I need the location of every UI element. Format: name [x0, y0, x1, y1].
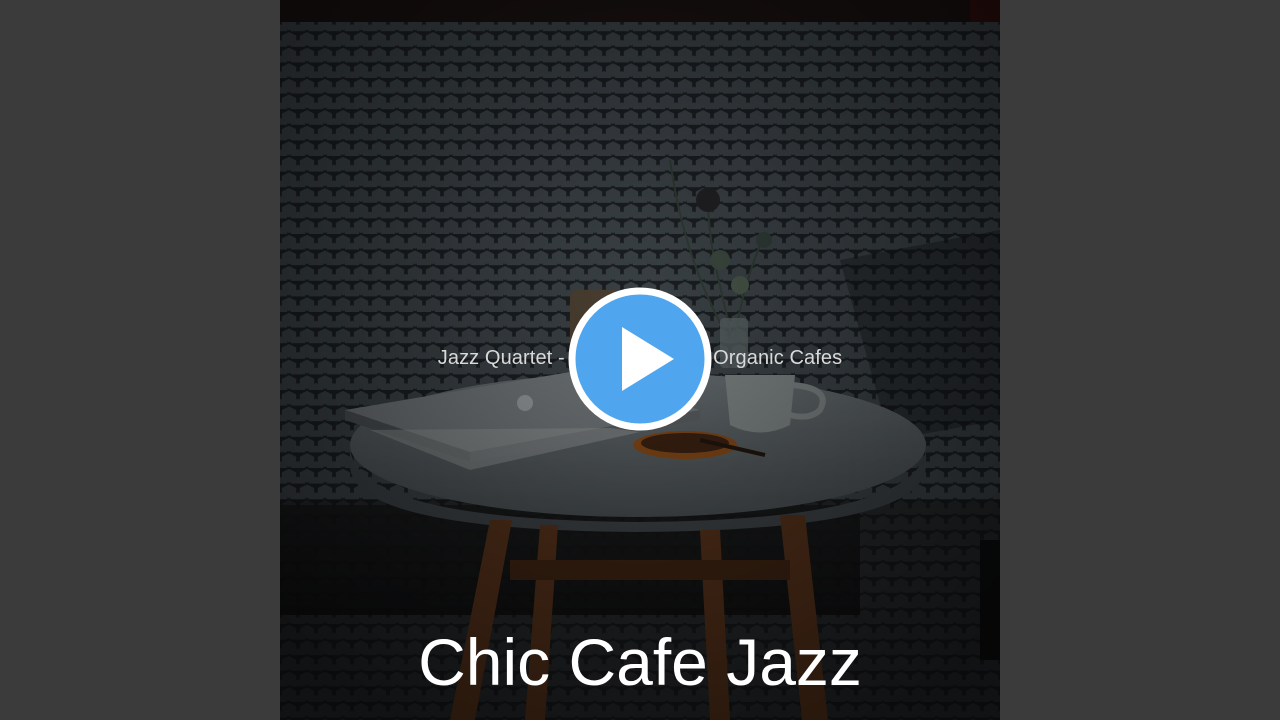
play-icon — [568, 287, 712, 431]
video-player[interactable]: Jazz Quartet - Background for Organic Ca… — [0, 0, 1280, 720]
play-button[interactable] — [568, 287, 712, 431]
album-title: Chic Cafe Jazz — [418, 625, 862, 699]
